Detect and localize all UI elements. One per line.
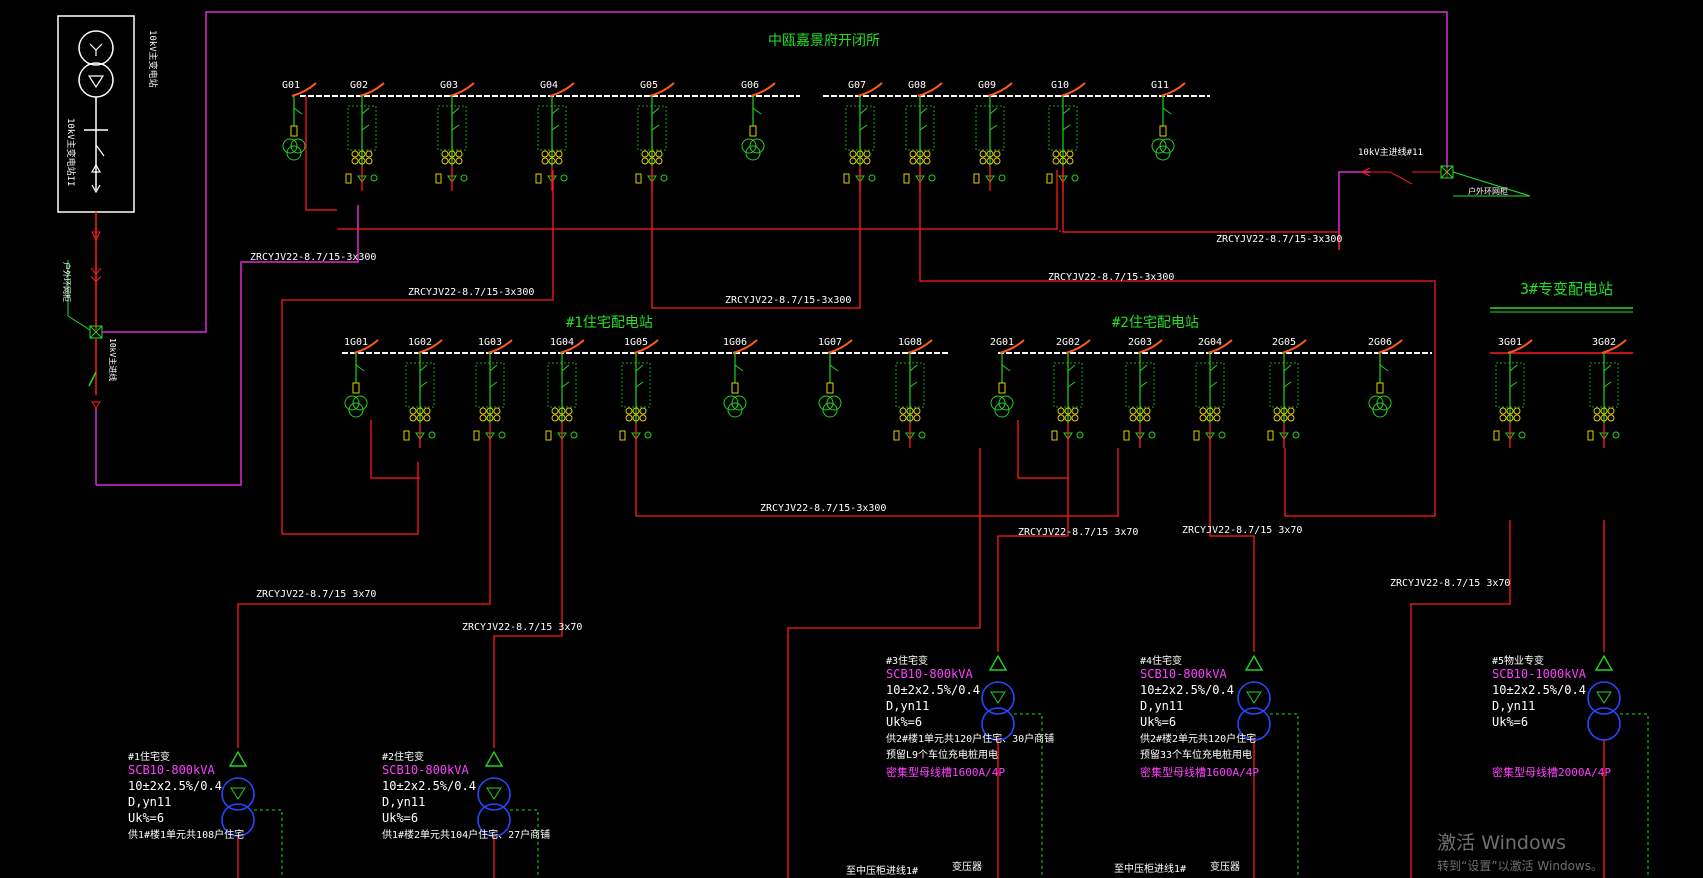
transformer-4-name: #4住宅变 <box>1140 654 1182 667</box>
transformer-4-model: SCB10-800kVA <box>1140 667 1227 681</box>
transformer-3-note2: 预留L9个车位充电桩用电 <box>886 748 998 761</box>
bay-g05-label: G05 <box>640 80 658 91</box>
cable-label-3: ZRCYJV22-8.7/15-3x300 <box>725 295 851 306</box>
transformer-5-ratio: 10±2x2.5%/0.4 <box>1492 683 1586 697</box>
bay-2g06-label: 2G06 <box>1368 337 1392 348</box>
bay-1g06-label: 1G06 <box>723 337 747 348</box>
transformer-3-note1: 供2#楼1单元共120户住宅、30户商铺 <box>886 732 1054 745</box>
bay-3g02-label: 3G02 <box>1592 337 1616 348</box>
transformer-2-name: #2住宅变 <box>382 750 424 763</box>
bay-g01-label: G01 <box>282 80 300 91</box>
transformer-3-group: D,yn11 <box>886 699 929 713</box>
electrical-single-line-diagram: 10kV主变电站 10kV主变电站II 户外环网柜 10kV主进线 中瓯嘉景府开… <box>0 0 1703 878</box>
transformer-3-model: SCB10-800kVA <box>886 667 973 681</box>
transformer-4-note1: 供2#楼2单元共120户住宅 <box>1140 732 1256 745</box>
bottom-mark-b: 变压器 <box>1210 860 1240 873</box>
transformer-4-busway: 密集型母线槽1600A/4P <box>1140 765 1259 779</box>
transformer-1-note1: 供1#楼1单元共108户住宅 <box>128 828 244 841</box>
left-feeder-label: 10kV主进线 <box>108 338 118 381</box>
cable-label-5: ZRCYJV22-8.7/15-3x300 <box>1216 234 1342 245</box>
cable-label-9: ZRCYJV22-8.7/15 3x70 <box>1018 527 1138 538</box>
bay-g02-label: G02 <box>350 80 368 91</box>
bay-1g01-label: 1G01 <box>344 337 368 348</box>
transformer-5-busway: 密集型母线槽2000A/4P <box>1492 765 1611 779</box>
cable-label-7: ZRCYJV22-8.7/15 3x70 <box>256 589 376 600</box>
bay-1g02-label: 1G02 <box>408 337 432 348</box>
transformer-2-uk: Uk%=6 <box>382 811 418 825</box>
cable-label-11: ZRCYJV22-8.7/15 3x70 <box>1390 578 1510 589</box>
transformer-2-group: D,yn11 <box>382 795 425 809</box>
cable-label-4: ZRCYJV22-8.7/15-3x300 <box>1048 272 1174 283</box>
bottom-mark-a: 变压器 <box>952 860 982 873</box>
cable-label-6: ZRCYJV22-8.7/15-3x300 <box>760 503 886 514</box>
station-title-r1: #1住宅配电站 <box>566 315 653 331</box>
transformer-1-model: SCB10-800kVA <box>128 763 215 777</box>
bay-1g03-label: 1G03 <box>478 337 502 348</box>
transformer-5-name: #5物业专变 <box>1492 654 1544 667</box>
bay-1g04-label: 1G04 <box>550 337 574 348</box>
transformer-1-name: #1住宅变 <box>128 750 170 763</box>
transformer-1-uk: Uk%=6 <box>128 811 164 825</box>
transformer-4-note2: 预留33个车位充电桩用电 <box>1140 748 1252 761</box>
transformer-2-ratio: 10±2x2.5%/0.4 <box>382 779 476 793</box>
transformer-4-group: D,yn11 <box>1140 699 1183 713</box>
transformer-2-note1: 供1#楼2单元共104户住宅、27户商铺 <box>382 828 550 841</box>
transformer-4-uk: Uk%=6 <box>1140 715 1176 729</box>
bay-2g02-label: 2G02 <box>1056 337 1080 348</box>
transformer-2-model: SCB10-800kVA <box>382 763 469 777</box>
cable-label-1: ZRCYJV22-8.7/15-3x300 <box>250 252 376 263</box>
bay-g11-label: G11 <box>1151 80 1169 91</box>
bottom-note-a: 至中压柜进线1# <box>846 864 918 877</box>
bay-1g07-label: 1G07 <box>818 337 842 348</box>
bay-3g01-label: 3G01 <box>1498 337 1522 348</box>
cable-label-10: ZRCYJV22-8.7/15 3x70 <box>1182 525 1302 536</box>
station-title-r2: #2住宅配电站 <box>1112 315 1199 331</box>
transformer-5-model: SCB10-1000kVA <box>1492 667 1587 681</box>
bay-g08-label: G08 <box>908 80 926 91</box>
transformer-1-group: D,yn11 <box>128 795 171 809</box>
cable-label-8: ZRCYJV22-8.7/15 3x70 <box>462 622 582 633</box>
cable-label-2: ZRCYJV22-8.7/15-3x300 <box>408 287 534 298</box>
bay-1g08-label: 1G08 <box>898 337 922 348</box>
bay-2g05-label: 2G05 <box>1272 337 1296 348</box>
transformer-4-ratio: 10±2x2.5%/0.4 <box>1140 683 1234 697</box>
bay-g09-label: G09 <box>978 80 996 91</box>
transformer-3-busway: 密集型母线槽1600A/4P <box>886 765 1005 779</box>
transformer-1-ratio: 10±2x2.5%/0.4 <box>128 779 222 793</box>
watermark-title: 激活 Windows <box>1437 832 1567 854</box>
transformer-3-name: #3住宅变 <box>886 654 928 667</box>
windows-activation-watermark: 激活 Windows 转到“设置”以激活 Windows。 <box>1437 828 1603 874</box>
bay-1g05-label: 1G05 <box>624 337 648 348</box>
watermark-subtitle: 转到“设置”以激活 Windows。 <box>1437 859 1603 873</box>
incoming-right-room: 户外环网柜 <box>1468 186 1508 196</box>
station-title-s3: 3#专变配电站 <box>1520 280 1613 298</box>
bottom-note-b: 至中压柜进线1# <box>1114 862 1186 875</box>
bay-g04-label: G04 <box>540 80 558 91</box>
incoming-label-b: 10kV主进线#11 <box>1358 146 1423 158</box>
source-label-a: 10kV主变电站 <box>147 30 159 88</box>
user-room-label-left: 户外环网柜 <box>62 262 72 302</box>
bay-g10-label: G10 <box>1051 80 1069 91</box>
bay-2g04-label: 2G04 <box>1198 337 1222 348</box>
bay-2g01-label: 2G01 <box>990 337 1014 348</box>
bay-g07-label: G07 <box>848 80 866 91</box>
transformer-5-uk: Uk%=6 <box>1492 715 1528 729</box>
transformer-3-uk: Uk%=6 <box>886 715 922 729</box>
station-title-main: 中瓯嘉景府开闭所 <box>768 33 880 49</box>
transformer-3-ratio: 10±2x2.5%/0.4 <box>886 683 980 697</box>
bay-g06-label: G06 <box>741 80 759 91</box>
bay-2g03-label: 2G03 <box>1128 337 1152 348</box>
bay-g03-label: G03 <box>440 80 458 91</box>
source-label-b: 10kV主变电站II <box>65 118 77 187</box>
transformer-5-group: D,yn11 <box>1492 699 1535 713</box>
